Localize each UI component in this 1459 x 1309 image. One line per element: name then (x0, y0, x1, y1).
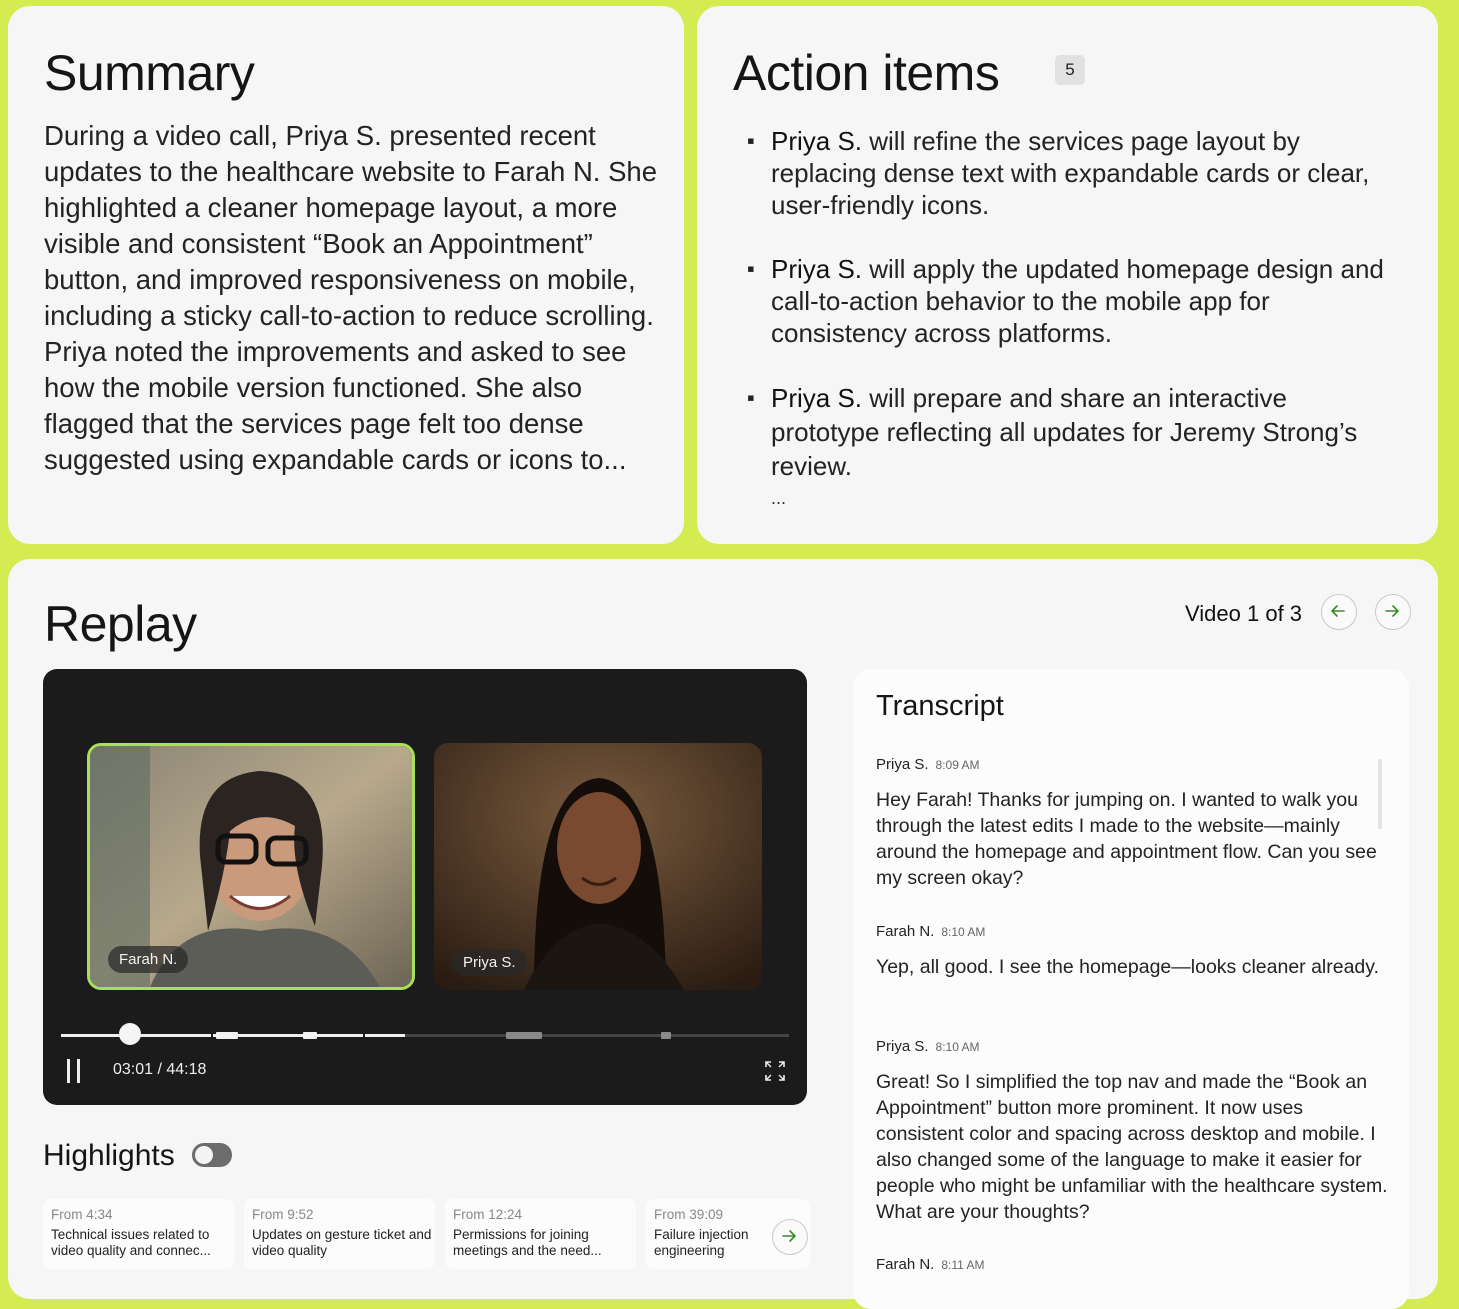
highlight-marker[interactable] (661, 1032, 671, 1039)
summary-title: Summary (44, 45, 255, 101)
highlight-card[interactable]: From 9:52 Updates on gesture ticket and … (244, 1199, 435, 1269)
video-player[interactable]: Farah N. Priya S. 03:01 / 44:18 (43, 669, 807, 1105)
highlight-card[interactable]: From 12:24 Permissions for joining meeti… (445, 1199, 636, 1269)
fullscreen-icon (765, 1061, 785, 1081)
pause-button[interactable] (65, 1059, 83, 1083)
pause-icon-bar (77, 1059, 80, 1083)
video-counter: Video 1 of 3 (1185, 601, 1303, 626)
action-items-card: Action items 5 ▪ Priya S. will refine the… (697, 6, 1438, 544)
highlight-description: Permissions for joining meetings and the… (453, 1227, 602, 1258)
highlight-timestamp: From 4:34 (51, 1207, 113, 1222)
pause-icon (67, 1059, 70, 1083)
action-items-title: Action items (733, 45, 1000, 101)
timeline-segment (365, 1034, 405, 1037)
message-text: Hey Farah! Thanks for jumping on. I want… (876, 789, 1377, 889)
arrow-right-icon (1385, 605, 1399, 617)
highlight-timestamp: From 9:52 (252, 1207, 314, 1222)
participant-name-tag: Priya S. (452, 949, 527, 976)
message-text: Yep, all good. I see the homepage—looks … (876, 956, 1380, 978)
next-video-button[interactable] (1375, 594, 1411, 630)
participant-video-farah: Farah N. (87, 743, 415, 990)
participant-name-tag: Farah N. (108, 946, 189, 973)
bullet-icon: ▪ (747, 385, 755, 410)
highlights-next-button[interactable] (772, 1219, 808, 1255)
highlight-timestamp: From 12:24 (453, 1207, 523, 1222)
highlight-description: Technical issues related to video qualit… (51, 1227, 211, 1258)
replay-title: Replay (44, 596, 197, 652)
arrow-left-icon (1331, 605, 1345, 617)
bullet-icon: ▪ (747, 256, 755, 281)
message-speaker: Farah N. (876, 923, 935, 940)
bullet-icon: ▪ (747, 128, 755, 153)
participant-video-priya: Priya S. (434, 743, 762, 990)
highlight-description: Failure injection engineering (654, 1227, 749, 1258)
action-item: ▪ Priya S. will prepare and share an inte… (747, 381, 1391, 483)
fullscreen-button[interactable] (763, 1059, 787, 1083)
message-time: 8:11 AM (941, 1258, 985, 1272)
timeline-segment (405, 1034, 789, 1037)
highlight-description: Updates on gesture ticket and video qual… (252, 1227, 432, 1258)
message-speaker: Farah N. (876, 1256, 935, 1273)
highlight-marker[interactable] (216, 1032, 238, 1039)
arrow-right-icon (782, 1230, 796, 1242)
action-item-assignee: Priya S. (771, 254, 863, 284)
transcript-title: Transcript (876, 690, 1004, 722)
replay-card: Replay Video 1 of 3 Farah N. Priya S. 03… (8, 559, 1438, 1309)
message-time: 8:10 AM (941, 925, 986, 939)
message-header: Farah N. 8:11 AM (876, 1256, 985, 1273)
message-time: 8:10 AM (935, 1040, 980, 1054)
action-item: ▪ Priya S. will apply the updated homepag… (747, 253, 1391, 349)
action-items-count-badge: 5 (1055, 55, 1085, 85)
playback-timeline[interactable] (61, 1023, 789, 1045)
message-header: Farah N. 8:10 AM (876, 923, 985, 940)
toggle-knob (195, 1146, 213, 1164)
transcript-panel[interactable]: Transcript Priya S. 8:09 AM Hey Farah! Th… (853, 669, 1409, 1309)
message-header: Priya S. 8:10 AM (876, 1038, 980, 1055)
previous-video-button[interactable] (1321, 594, 1357, 630)
highlight-marker[interactable] (303, 1032, 317, 1039)
action-item: ▪ Priya S. will refine the services page … (747, 125, 1391, 221)
time-display: 03:01 / 44:18 (113, 1061, 207, 1078)
summary-card: Summary During a video call, Priya S. pr… (8, 6, 684, 544)
summary-text: During a video call, Priya S. presented … (44, 120, 658, 475)
highlight-card[interactable]: From 4:34 Technical issues related to vi… (43, 1199, 234, 1269)
action-item-text: will apply the updated homepage design a… (771, 254, 1384, 348)
message-text: Great! So I simplified the top nav and m… (876, 1071, 1388, 1223)
message-speaker: Priya S. (876, 756, 929, 773)
action-item-assignee: Priya S. (771, 126, 863, 156)
action-items-more[interactable]: ... (771, 488, 786, 509)
highlights-title: Highlights (43, 1139, 175, 1172)
highlights-toggle[interactable] (192, 1143, 232, 1167)
message-speaker: Priya S. (876, 1038, 929, 1055)
scrubber-handle[interactable] (119, 1023, 141, 1045)
action-item-assignee: Priya S. (771, 383, 863, 413)
message-time: 8:09 AM (935, 758, 980, 772)
highlight-marker[interactable] (506, 1032, 542, 1039)
message-header: Priya S. 8:09 AM (876, 756, 980, 773)
highlight-timestamp: From 39:09 (654, 1207, 724, 1222)
